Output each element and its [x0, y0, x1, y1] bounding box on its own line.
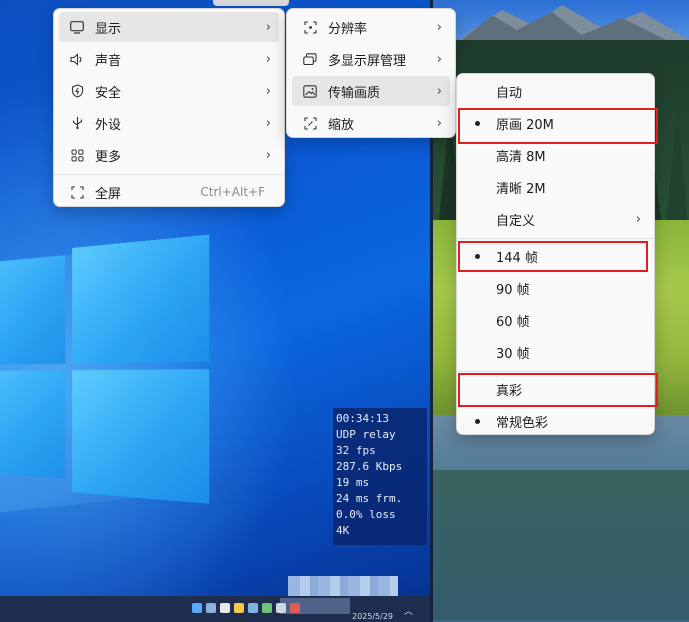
- chevron-right-icon: ›: [265, 115, 271, 131]
- scale-icon: [302, 115, 318, 131]
- option-fps-90[interactable]: 90 帧: [462, 273, 649, 303]
- selected-dot-icon: [475, 418, 480, 424]
- option-fps-30[interactable]: 30 帧: [462, 337, 649, 367]
- menu-item-label: 全屏: [95, 186, 122, 202]
- chevron-right-icon: ›: [265, 51, 271, 67]
- option-label: 高清 8M: [496, 149, 546, 165]
- menu-item-multi-monitor[interactable]: 多显示屏管理 ›: [292, 44, 450, 74]
- option-color-normal[interactable]: 常规色彩: [462, 406, 649, 436]
- tray-icon[interactable]: [192, 603, 202, 613]
- menu-item-display[interactable]: 显示 ›: [59, 12, 279, 42]
- menu-item-label: 显示: [95, 21, 122, 37]
- menu-item-label: 缩放: [328, 117, 355, 133]
- option-quality-clear[interactable]: 清晰 2M: [462, 172, 649, 202]
- logo-pane: [0, 370, 66, 479]
- option-label: 常规色彩: [496, 415, 549, 431]
- chevron-right-icon: ›: [436, 83, 442, 99]
- option-quality-hd[interactable]: 高清 8M: [462, 140, 649, 170]
- tray-icon[interactable]: [276, 603, 286, 613]
- tray-icon[interactable]: [262, 603, 272, 613]
- menu-item-sound[interactable]: 声音 ›: [59, 44, 279, 74]
- stats-line: 32 fps: [336, 444, 376, 457]
- option-label: 30 帧: [496, 346, 530, 362]
- stats-line: 4K: [336, 524, 350, 537]
- menu-divider: [54, 174, 284, 175]
- menu-item-more[interactable]: 更多 ›: [59, 140, 279, 170]
- option-label: 60 帧: [496, 314, 530, 330]
- usb-icon: [69, 115, 85, 131]
- taskbar-date[interactable]: 2025/5/29: [352, 612, 393, 621]
- option-label: 90 帧: [496, 282, 530, 298]
- pixelated-region: [288, 576, 398, 596]
- main-menu: 显示 › 声音 › 安全 › 外设 › 更多 › 全屏 Ctrl+Alt+F: [53, 8, 285, 207]
- tray-icon[interactable]: [234, 603, 244, 613]
- highlight-box-quality: [458, 108, 658, 144]
- menu-item-scale[interactable]: 缩放 ›: [292, 108, 450, 138]
- option-label: 自动: [496, 85, 523, 101]
- option-fps-60[interactable]: 60 帧: [462, 305, 649, 335]
- menu-divider: [457, 371, 654, 372]
- tray-icon[interactable]: [290, 603, 300, 613]
- stats-line: 287.6 Kbps: [336, 460, 403, 473]
- chevron-right-icon: ›: [265, 83, 271, 99]
- option-label: 清晰 2M: [496, 181, 546, 197]
- logo-pane: [72, 234, 210, 364]
- fullscreen-icon: [69, 184, 85, 200]
- tray-icon[interactable]: [248, 603, 258, 613]
- menu-item-label: 传输画质: [328, 85, 381, 101]
- menu-item-label: 外设: [95, 117, 122, 133]
- display-submenu: 分辨率 › 多显示屏管理 › 传输画质 › 缩放 ›: [286, 8, 456, 138]
- stats-line: 24 ms frm.: [336, 492, 403, 505]
- tray-icon[interactable]: [206, 603, 216, 613]
- chevron-right-icon: ›: [265, 147, 271, 163]
- stats-line: 0.0% loss: [336, 508, 396, 521]
- tray-icon[interactable]: [220, 603, 230, 613]
- stream-stats-overlay: 00:34:13 UDP relay 32 fps 287.6 Kbps 19 …: [333, 408, 427, 545]
- chevron-right-icon: ›: [436, 51, 442, 67]
- resolution-icon: [302, 19, 318, 35]
- menu-item-transfer-quality[interactable]: 传输画质 ›: [292, 76, 450, 106]
- option-quality-custom[interactable]: 自定义 ›: [462, 204, 649, 234]
- logo-pane: [72, 369, 210, 504]
- system-tray[interactable]: [192, 603, 300, 613]
- menu-item-label: 声音: [95, 53, 122, 69]
- chevron-right-icon: ›: [436, 115, 442, 131]
- menu-item-security[interactable]: 安全 ›: [59, 76, 279, 106]
- menu-item-resolution[interactable]: 分辨率 ›: [292, 12, 450, 42]
- menu-item-label: 多显示屏管理: [328, 53, 407, 69]
- stats-line: UDP relay: [336, 428, 396, 441]
- chevron-up-icon[interactable]: ︿: [404, 604, 413, 617]
- multi-monitor-icon: [302, 51, 318, 67]
- windows-logo: [0, 234, 219, 519]
- menu-item-fullscreen[interactable]: 全屏 Ctrl+Alt+F: [59, 177, 279, 207]
- logo-pane: [0, 255, 66, 365]
- highlight-box-framerate: [458, 241, 648, 272]
- menu-divider: [457, 238, 654, 239]
- chevron-right-icon: ›: [436, 19, 442, 35]
- menu-item-label: 更多: [95, 149, 122, 165]
- stats-line: 19 ms: [336, 476, 370, 489]
- stats-line: 00:34:13: [336, 412, 389, 425]
- option-quality-auto[interactable]: 自动: [462, 76, 649, 106]
- menu-item-label: 安全: [95, 85, 122, 101]
- shield-icon: [69, 83, 85, 99]
- chevron-right-icon: ›: [265, 19, 271, 35]
- image-icon: [302, 83, 318, 99]
- top-toolbar-stub[interactable]: [213, 0, 289, 6]
- grid-icon: [69, 147, 85, 163]
- menu-item-peripherals[interactable]: 外设 ›: [59, 108, 279, 138]
- shortcut-label: Ctrl+Alt+F: [200, 185, 265, 199]
- lake-reflection: [432, 470, 689, 620]
- monitor-icon: [69, 19, 85, 35]
- option-label: 自定义: [496, 213, 536, 229]
- highlight-box-color: [458, 373, 658, 407]
- speaker-icon: [69, 51, 85, 67]
- menu-item-label: 分辨率: [328, 21, 368, 37]
- chevron-right-icon: ›: [635, 211, 641, 227]
